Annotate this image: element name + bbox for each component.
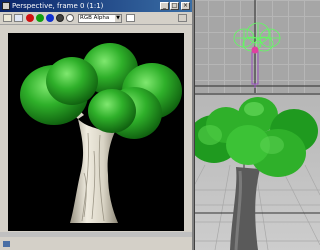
chevron-down-icon: ▼: [115, 15, 121, 22]
clone-icon[interactable]: [14, 14, 23, 22]
save-icon[interactable]: [3, 14, 12, 22]
maximize-button[interactable]: □: [170, 2, 179, 10]
status-bar: [0, 238, 192, 250]
render-canvas: [8, 33, 184, 231]
red-channel-icon[interactable]: [26, 14, 34, 22]
rendered-frame-window[interactable]: Perspective, frame 0 (1:1) _ □ × RGB Alp…: [0, 0, 194, 250]
rendered-tree: [20, 43, 182, 223]
minimize-button[interactable]: _: [160, 2, 169, 10]
close-button[interactable]: ×: [181, 2, 190, 10]
blue-channel-icon[interactable]: [46, 14, 54, 22]
mono-icon[interactable]: [66, 14, 74, 22]
alpha-channel-icon[interactable]: [56, 14, 64, 22]
clear-icon[interactable]: [178, 14, 187, 22]
channel-select[interactable]: RGB Alpha ▼: [78, 14, 122, 23]
color-swatch[interactable]: [126, 14, 135, 22]
persp-canopy: [188, 97, 318, 177]
pivot-marker: [251, 46, 259, 54]
status-icon: [3, 241, 10, 247]
app-icon: [2, 2, 10, 10]
green-channel-icon[interactable]: [36, 14, 44, 22]
channel-select-value: RGB Alpha: [80, 15, 110, 21]
window-title: Perspective, frame 0 (1:1): [12, 2, 104, 10]
wire-canopy: [233, 22, 281, 52]
horizontal-scrollbar[interactable]: [0, 232, 192, 237]
persp-trunk: [230, 167, 260, 250]
frame-toolbar: RGB Alpha ▼: [0, 12, 192, 25]
rendered-trunk: [70, 119, 118, 223]
title-bar[interactable]: Perspective, frame 0 (1:1) _ □ ×: [0, 0, 192, 12]
rendered-canopy: [20, 43, 182, 139]
